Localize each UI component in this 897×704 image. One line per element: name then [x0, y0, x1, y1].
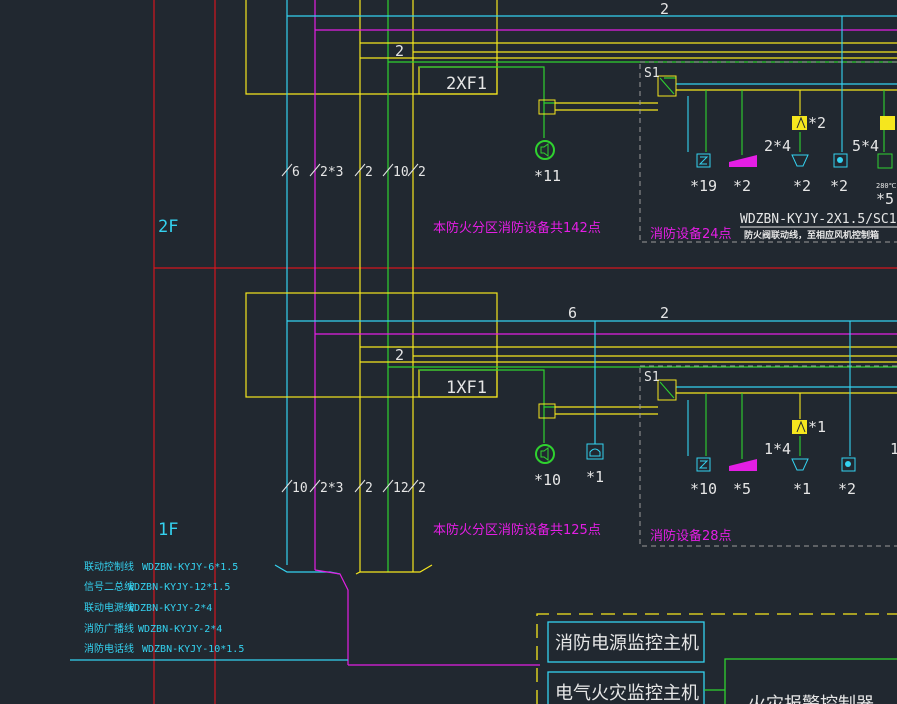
wire-count: 2	[418, 165, 426, 180]
count-label: *10	[534, 471, 561, 489]
floor-1f-label: 1F	[158, 520, 178, 540]
count-label: *2	[830, 177, 848, 195]
power-monitor-host: 消防电源监控主机	[555, 633, 699, 654]
device-branches-1f	[687, 321, 851, 459]
switch-1f	[538, 379, 677, 419]
count-label: *1	[586, 468, 604, 486]
count-label: 2*4	[764, 137, 791, 155]
zone-total-1f: 本防火分区消防设备共125点	[433, 522, 601, 538]
count-label: 280℃	[876, 182, 897, 190]
legend-spec: WDZBN-KYJY-12*1.5	[128, 582, 230, 593]
legend-name: 消防电话线	[84, 642, 134, 655]
switch-2f	[538, 75, 677, 115]
valve-icon	[791, 154, 809, 167]
floor-2f-label: 2F	[158, 217, 178, 237]
wire-count: 10	[393, 165, 409, 180]
count-label: *2	[793, 177, 811, 195]
legend-spec: WDZBN-KYJY-6*1.5	[142, 562, 238, 573]
zone-total-2f: 本防火分区消防设备共142点	[433, 220, 601, 236]
wire-count: 12	[393, 481, 409, 496]
count-label: *1	[793, 480, 811, 498]
wire-slashes	[281, 163, 419, 493]
wire-count: 10	[292, 481, 308, 496]
count-label: *5	[876, 190, 894, 208]
cad-drawing: 2XF1 1XF1 2 2 6 2 2 S1 S1 6 2*3 2 10 2 1…	[70, 0, 897, 704]
floor-grid	[153, 0, 897, 704]
wire-count: 2	[418, 481, 426, 496]
fire-alarm-controller: 火灾报警控制器	[748, 694, 874, 704]
mark-1f-c: 2	[395, 346, 404, 364]
legend-name: 联动电源线	[84, 601, 134, 614]
legend-spec: WDZBN-KYJY-2*4	[138, 624, 222, 635]
phone-icon	[586, 443, 604, 460]
cable-note: 防火阀联动线，至相应风机控制箱	[744, 229, 879, 241]
wire-count: 6	[292, 165, 300, 180]
count-label: 1*4	[764, 440, 791, 458]
speaker-icon	[540, 447, 549, 461]
mark-1f-b: 2	[660, 304, 669, 322]
legend-spec: WDZBN-KYJY-10*1.5	[142, 644, 244, 655]
temp-valve-icon	[877, 153, 893, 169]
wire-count: 2	[365, 481, 373, 496]
legend-name: 信号二总线	[84, 580, 134, 593]
count-label: *19	[690, 177, 717, 195]
trunk-merge	[70, 564, 540, 666]
count-label: *5	[733, 480, 751, 498]
wire-count: 2*3	[320, 481, 343, 496]
cable-legend: 联动控制线 WDZBN-KYJY-6*1.5 信号二总线 WDZBN-KYJY-…	[84, 560, 244, 655]
wire-count: 2*3	[320, 165, 343, 180]
device-group-2f: 消防设备24点	[650, 226, 732, 242]
switch-label-1f: S1	[644, 370, 660, 385]
wire-count: 2	[365, 165, 373, 180]
pull-station-icon	[729, 459, 757, 471]
count-label: *2	[808, 114, 826, 132]
count-label: 5*4	[852, 137, 879, 155]
count-label: *11	[534, 167, 561, 185]
cable-spec: WDZBN-KYJY-2X1.5/SC15	[740, 212, 897, 227]
legend-name: 联动控制线	[84, 560, 134, 573]
switch-label-2f: S1	[644, 66, 660, 81]
mark-top-b: 2	[395, 42, 404, 60]
mark-top-a: 2	[660, 0, 669, 18]
count-label: *10	[690, 480, 717, 498]
speaker-icon	[540, 143, 549, 157]
valve-icon	[791, 458, 809, 471]
count-label: *1	[808, 418, 826, 436]
device-group-1f: 消防设备28点	[650, 528, 732, 544]
panel-1xf1-label: 1XF1	[446, 378, 487, 398]
count-label: 1	[890, 440, 897, 458]
count-label: *2	[838, 480, 856, 498]
electric-fire-monitor-host: 电气火灾监控主机	[555, 683, 699, 704]
pull-station-icon	[729, 155, 757, 167]
devices-2f	[535, 116, 895, 169]
mark-1f-a: 6	[568, 304, 577, 322]
panel-2xf1-label: 2XF1	[446, 74, 487, 94]
count-label: *2	[733, 177, 751, 195]
module-right-icon	[880, 116, 895, 130]
legend-spec: WDZBN-KYJY-2*4	[128, 603, 212, 614]
device-branches-2f	[687, 16, 885, 155]
legend-name: 消防广播线	[84, 622, 134, 635]
